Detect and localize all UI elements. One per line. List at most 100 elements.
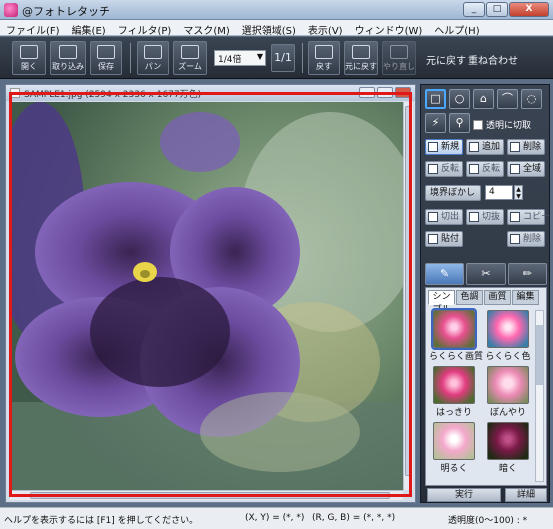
title-bar: @フォトレタッチ _ □ X [0, 0, 553, 20]
pansy-photo [10, 102, 403, 490]
save-label: 保存 [98, 62, 114, 71]
status-rgb: (R, G, B) = (*, *, *) [312, 513, 396, 523]
actual-size-button[interactable]: 1/1 [271, 44, 295, 72]
filter-panel: シンプル 色調 画質 編集 らくらく画質 らくらく色 はっきり [425, 287, 547, 486]
tab-color[interactable]: 色調 [456, 290, 483, 305]
filter-brighter[interactable]: 明るく [429, 422, 479, 474]
panel-mode-tabs: ✎ ✂ ✏ [425, 263, 547, 285]
toolbar: 開く 取り込み 保存 パン ズーム 1/4倍 ▼ 1/1 戻す 元に戻す やり直し… [0, 37, 553, 79]
filter-grid: らくらく画質 らくらく色 はっきり ぼんやり 明るく 暗く [429, 308, 533, 474]
status-help-text: ヘルプを表示するには [F1] を押してください。 [4, 516, 199, 526]
image-minimize-button[interactable] [359, 87, 375, 98]
open-button[interactable]: 開く [12, 41, 46, 75]
image-vertical-scrollbar[interactable] [403, 102, 413, 490]
close-button[interactable]: X [509, 2, 549, 17]
menu-view[interactable]: 表示(V) [302, 20, 349, 37]
horizontal-scroll-thumb[interactable] [30, 492, 390, 499]
image-close-button[interactable] [395, 87, 411, 98]
redo-button[interactable]: やり直し [382, 41, 416, 75]
menu-file[interactable]: ファイル(F) [0, 20, 66, 37]
crop-button[interactable]: 切抜 [466, 209, 504, 225]
transparent-cut-checkbox[interactable] [473, 120, 483, 130]
menu-bar: ファイル(F) 編集(E) フィルタ(P) マスク(M) 選択領域(S) 表示(… [0, 20, 553, 37]
invert-icon [469, 164, 479, 174]
menu-edit[interactable]: 編集(E) [66, 20, 112, 37]
zoom-select[interactable]: 1/4倍 ▼ [214, 50, 266, 66]
undo-button[interactable]: 元に戻す [344, 41, 378, 75]
pan-button[interactable]: パン [137, 41, 169, 75]
redo-icon [390, 45, 408, 59]
add-selection-icon [469, 142, 479, 152]
tab-quality[interactable]: 画質 [484, 290, 511, 305]
delete-button[interactable]: 削除 [507, 231, 545, 247]
filter-sharp[interactable]: はっきり [429, 366, 479, 418]
transparent-cut-option[interactable]: 透明に切取 [473, 118, 531, 131]
filter-thumbnail [487, 310, 529, 348]
filter-label: 明るく [440, 464, 468, 474]
pan-icon [144, 45, 162, 59]
revert-button[interactable]: 戻す [308, 41, 340, 75]
workspace: SAMPLE1.jpg (2594 x 2336 x 1677万色) □ ○ ⌂… [0, 80, 553, 507]
mode-delete-button[interactable]: 削除 [507, 139, 545, 155]
rect-select-icon[interactable]: □ [425, 89, 446, 109]
menu-mask[interactable]: マスク(M) [177, 20, 235, 37]
filter-label: 暗く [498, 464, 517, 474]
filter-easy-quality[interactable]: らくらく画質 [429, 308, 484, 362]
draw-tab-icon[interactable]: ✏ [507, 263, 547, 285]
image-canvas[interactable] [10, 102, 403, 490]
menu-window[interactable]: ウィンドウ(W) [349, 20, 429, 37]
run-button[interactable]: 実行 [427, 488, 501, 502]
menu-filter[interactable]: フィルタ(P) [112, 20, 178, 37]
menu-selection[interactable]: 選択領域(S) [236, 20, 302, 37]
cut-button[interactable]: 切出 [425, 209, 463, 225]
polygon-select-icon[interactable]: ⌂ [473, 89, 494, 109]
paste-button[interactable]: 貼付 [425, 231, 463, 247]
mode-new-button[interactable]: 新規 [425, 139, 463, 155]
import-button[interactable]: 取り込み [50, 41, 86, 75]
menu-help[interactable]: ヘルプ(H) [428, 20, 485, 37]
maximize-button[interactable]: □ [486, 2, 508, 17]
copy-button[interactable]: コピー [507, 209, 550, 225]
filter-darker[interactable]: 暗く [483, 422, 533, 474]
save-button[interactable]: 保存 [90, 41, 122, 75]
tab-edit[interactable]: 編集 [512, 290, 539, 305]
new-selection-icon [428, 142, 438, 152]
minimize-button[interactable]: _ [463, 2, 485, 17]
filter-soft[interactable]: ぼんやり [483, 366, 533, 418]
open-label: 開く [21, 62, 37, 71]
color-select-icon[interactable]: ⚲ [449, 113, 470, 133]
select-all-icon [510, 164, 520, 174]
toolbar-divider [130, 43, 131, 73]
image-window-caption: SAMPLE1.jpg (2594 x 2336 x 1677万色) [6, 85, 415, 101]
filter-scroll-thumb[interactable] [536, 325, 543, 385]
freehand-select-icon[interactable]: ⌒ [497, 89, 518, 109]
detail-button[interactable]: 詳細 [505, 488, 547, 502]
filter-label: らくらく画質 [429, 352, 484, 362]
filter-scrollbar[interactable] [535, 310, 544, 482]
image-window-title: SAMPLE1.jpg (2594 x 2336 x 1677万色) [24, 90, 202, 100]
tab-simple[interactable]: シンプル [428, 290, 455, 315]
mode-add-button[interactable]: 追加 [466, 139, 504, 155]
chevron-down-icon: ▼ [256, 52, 263, 61]
filter-tab-icon[interactable]: ✎ [425, 263, 465, 285]
zoom-button[interactable]: ズーム [173, 41, 207, 75]
feather-spinner[interactable]: ▲ ▼ [514, 185, 523, 200]
mode-delete-label: 削除 [523, 142, 542, 152]
retouch-tab-icon[interactable]: ✂ [466, 263, 506, 285]
ellipse-select-icon[interactable]: ○ [449, 89, 470, 109]
invert-button-1[interactable]: 反転 [425, 161, 463, 177]
window-controls: _ □ X [463, 2, 549, 17]
invert-button-2[interactable]: 反転 [466, 161, 504, 177]
filter-thumbnail [487, 366, 529, 404]
select-all-button[interactable]: 全域 [507, 161, 545, 177]
feather-button[interactable]: 境界ぼかし [425, 185, 481, 201]
selection-shape-row: □ ○ ⌂ ⌒ ◌ [425, 89, 542, 109]
image-horizontal-scrollbar[interactable] [10, 490, 403, 500]
image-maximize-button[interactable] [377, 87, 393, 98]
feather-value-input[interactable]: 4 [485, 185, 513, 200]
lasso-select-icon[interactable]: ◌ [521, 89, 542, 109]
overlay-label: 重ね合わせ [468, 56, 518, 67]
magic-wand-icon[interactable]: ⚡ [425, 113, 446, 133]
vertical-scroll-thumb[interactable] [405, 106, 412, 476]
filter-easy-color[interactable]: らくらく色 [483, 310, 533, 362]
